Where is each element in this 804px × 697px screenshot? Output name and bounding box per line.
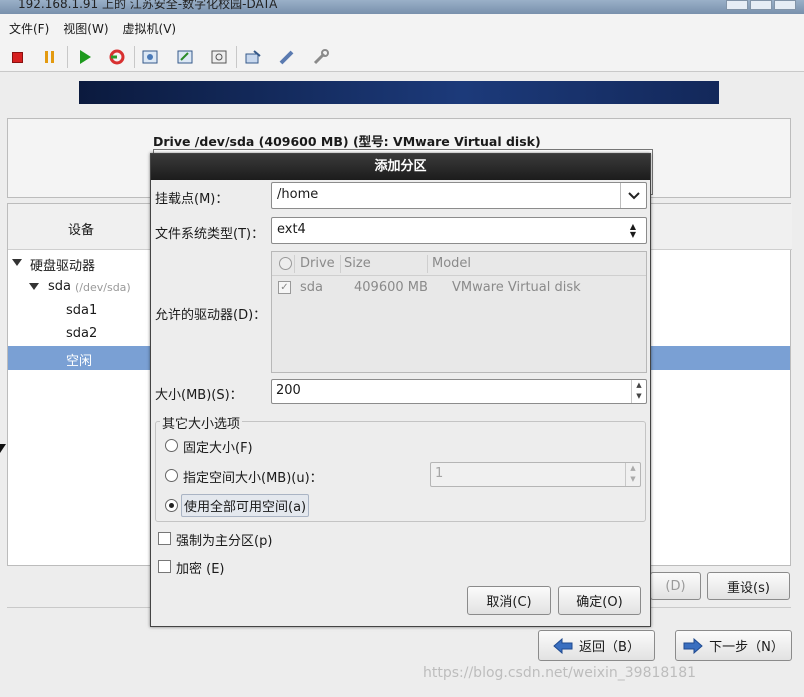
back-label: 返回（B） [579, 640, 640, 655]
upto-size-radio[interactable] [165, 469, 178, 482]
size-label: 大小(MB)(S)： [155, 388, 243, 403]
drive-title: Drive /dev/sda (409600 MB) (型号: VMware V… [153, 134, 541, 149]
settings-icon[interactable] [311, 47, 331, 67]
allowed-drives-label: 允许的驱动器(D)： [155, 308, 267, 323]
mount-point-label: 挂载点(M)： [155, 192, 229, 207]
play-icon[interactable] [75, 47, 95, 67]
snapshot-revert-icon[interactable] [175, 47, 195, 67]
size-input[interactable]: 200 ▲ ▼ [271, 379, 647, 404]
delete-label: (D) [665, 578, 686, 594]
encrypt-label[interactable]: 加密 (E) [176, 558, 225, 577]
spin-arrows-icon: ▲ ▼ [625, 463, 640, 486]
watermark-text: https://blog.csdn.net/weixin_39818181 [423, 665, 697, 681]
ok-button[interactable]: 确定(O) [558, 586, 641, 615]
tree-path: (/dev/sda) [75, 281, 131, 294]
drive-row-sda[interactable]: ✓ sda 409600 MB VMware Virtual disk [272, 276, 646, 300]
expander-icon[interactable] [29, 283, 39, 290]
tools-icon[interactable] [277, 47, 297, 67]
select-all-icon[interactable] [279, 257, 292, 270]
tree-label: sda [48, 279, 71, 294]
back-button[interactable]: 返回（B） [538, 630, 655, 661]
fill-all-label[interactable]: 使用全部可用空间(a) [181, 494, 310, 517]
dialog-title: 添加分区 [151, 154, 650, 180]
next-label: 下一步（N） [709, 640, 784, 655]
size-value[interactable]: 200 [276, 383, 301, 398]
upto-size-label[interactable]: 指定空间大小(MB)(u)： [183, 467, 323, 486]
drive-model: VMware Virtual disk [452, 280, 581, 295]
upto-size-input[interactable]: 1 ▲ ▼ [430, 462, 641, 487]
other-size-options: 其它大小选项 固定大小(F) 指定空间大小(MB)(u)： 1 ▲ ▼ 使用全部可… [155, 413, 646, 522]
window-title: 192.168.1.91 上的 江苏安全-数字化校园-DATA [18, 0, 278, 11]
fs-type-select[interactable]: ext4 ▲ ▼ [271, 217, 647, 244]
drive-name: sda [300, 280, 323, 295]
send-keys-icon[interactable] [243, 47, 263, 67]
force-primary-label[interactable]: 强制为主分区(p) [176, 530, 272, 549]
chevron-down-icon[interactable] [620, 183, 646, 208]
installer-banner [79, 81, 719, 104]
spin-arrows-icon[interactable]: ▲ ▼ [631, 380, 646, 403]
reset-button[interactable]: 重设(s) [707, 572, 790, 600]
reset-label: 重设(s) [727, 580, 770, 596]
menu-vm[interactable]: 虚拟机(V) [123, 20, 177, 37]
arrow-right-icon [683, 637, 703, 654]
mount-point-combo[interactable]: /home [271, 182, 647, 209]
pause-icon[interactable] [39, 47, 59, 67]
cancel-button[interactable]: 取消(C) [467, 586, 551, 615]
device-column-header[interactable]: 设备 [68, 219, 94, 238]
tree-label: 硬盘驱动器 [30, 259, 96, 274]
other-size-legend: 其它大小选项 [160, 413, 243, 432]
expander-icon[interactable] [12, 259, 22, 266]
mount-point-value[interactable]: /home [277, 187, 318, 202]
menu-view[interactable]: 视图(W) [63, 20, 108, 37]
fs-type-label: 文件系统类型(T)： [155, 227, 265, 242]
delete-button[interactable]: (D) [650, 572, 701, 600]
allowed-drives-list[interactable]: Drive Size Model ✓ sda 409600 MB VMware … [271, 251, 647, 373]
upto-size-value: 1 [435, 466, 444, 481]
mouse-cursor-icon [0, 444, 6, 453]
ok-label: 确定(O) [576, 595, 623, 610]
arrow-left-icon [553, 637, 573, 654]
drives-list-header: Drive Size Model [272, 252, 646, 276]
column-drive[interactable]: Drive [300, 256, 335, 271]
menu-file[interactable]: 文件(F) [9, 20, 49, 37]
updown-icon: ▲ ▼ [629, 221, 637, 239]
tree-label: sda2 [66, 326, 98, 341]
refresh-icon[interactable] [107, 47, 127, 67]
fs-type-value: ext4 [277, 222, 306, 237]
encrypt-checkbox[interactable] [158, 560, 171, 573]
tree-label: 空闲 [66, 354, 93, 369]
fill-all-radio[interactable] [165, 499, 178, 512]
maximize-button[interactable] [750, 0, 772, 10]
toolbar [0, 42, 804, 72]
menu-bar: 文件(F) 视图(W) 虚拟机(V) [0, 14, 804, 42]
close-button[interactable] [774, 0, 796, 10]
tree-label: sda1 [66, 303, 98, 318]
stop-icon[interactable] [7, 47, 27, 67]
fixed-size-label[interactable]: 固定大小(F) [183, 437, 253, 456]
drive-size: 409600 MB [354, 280, 428, 295]
snapshot-icon[interactable] [140, 47, 160, 67]
cancel-label: 取消(C) [486, 595, 532, 610]
drive-checkbox[interactable]: ✓ [278, 281, 291, 294]
add-partition-dialog: 添加分区 挂载点(M)： /home 文件系统类型(T)： ext4 ▲ ▼ 允许… [150, 153, 651, 627]
force-primary-checkbox[interactable] [158, 532, 171, 545]
column-model[interactable]: Model [432, 256, 471, 271]
fixed-size-radio[interactable] [165, 439, 178, 452]
window-titlebar: 192.168.1.91 上的 江苏安全-数字化校园-DATA [0, 0, 804, 14]
next-button[interactable]: 下一步（N） [675, 630, 792, 661]
snapshot-manager-icon[interactable] [209, 47, 229, 67]
column-size[interactable]: Size [344, 256, 371, 271]
minimize-button[interactable] [726, 0, 748, 10]
